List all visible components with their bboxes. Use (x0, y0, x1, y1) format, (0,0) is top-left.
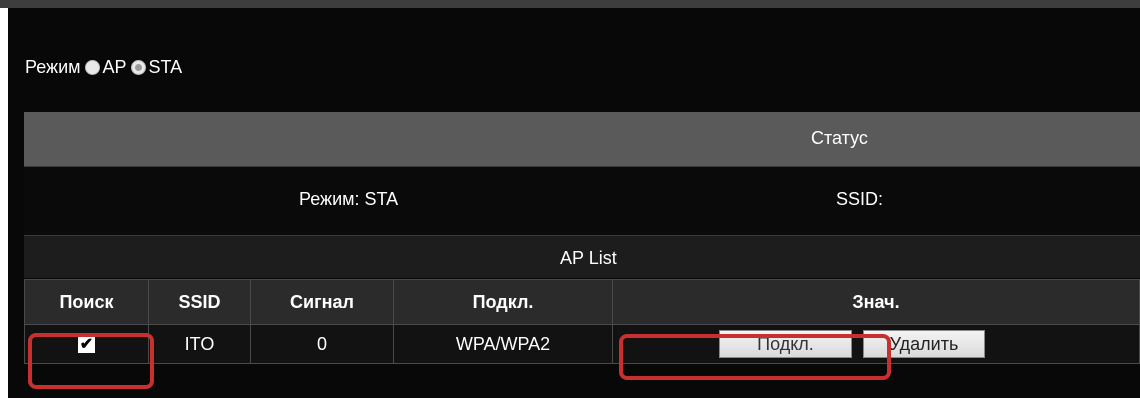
search-checkbox[interactable]: ✔ (78, 336, 95, 354)
radio-ap[interactable] (84, 59, 100, 75)
ap-list-header: AP List (24, 236, 1140, 278)
settings-panel: Режим AP STA Статус Режим: STA SSID: AP … (8, 8, 1140, 398)
ap-list-title: AP List (560, 248, 617, 268)
col-security: Подкл. (393, 279, 613, 325)
ssid-cell: ITO (148, 324, 251, 364)
col-signal: Сигнал (250, 279, 394, 325)
status-ssid: SSID: (836, 189, 884, 209)
actions-cell: Подкл. Удалить (612, 324, 1140, 364)
connect-button[interactable]: Подкл. (719, 330, 852, 358)
search-cell: ✔ (24, 324, 149, 364)
col-actions: Знач. (612, 279, 1140, 325)
radio-sta[interactable] (130, 59, 146, 75)
status-grid: Статус Режим: STA SSID: AP List Поиск SS… (24, 112, 1140, 398)
security-cell: WPA/WPA2 (393, 324, 613, 364)
radio-sta-label: STA (148, 56, 183, 77)
left-margin (0, 8, 8, 398)
table-row: ✔ ITO 0 WPA/WPA2 Подкл. Удалить (24, 324, 1140, 364)
status-header: Статус (24, 112, 1140, 166)
delete-button[interactable]: Удалить (863, 330, 986, 358)
radio-ap-label: AP (102, 56, 127, 77)
col-ssid: SSID (148, 279, 251, 325)
mode-label: Режим (25, 56, 81, 77)
table-header-row: Поиск SSID Сигнал Подкл. Знач. (24, 279, 1140, 325)
top-bar (0, 0, 1140, 8)
signal-cell: 0 (250, 324, 394, 364)
status-mode: Режим: STA (299, 189, 399, 209)
status-row: Режим: STA SSID: (24, 167, 1140, 235)
col-search: Поиск (24, 279, 149, 325)
ap-list-table: Поиск SSID Сигнал Подкл. Знач. ✔ ITO 0 W… (24, 279, 1140, 364)
status-header-title: Статус (811, 128, 868, 148)
mode-selector: Режим AP STA (25, 52, 182, 82)
